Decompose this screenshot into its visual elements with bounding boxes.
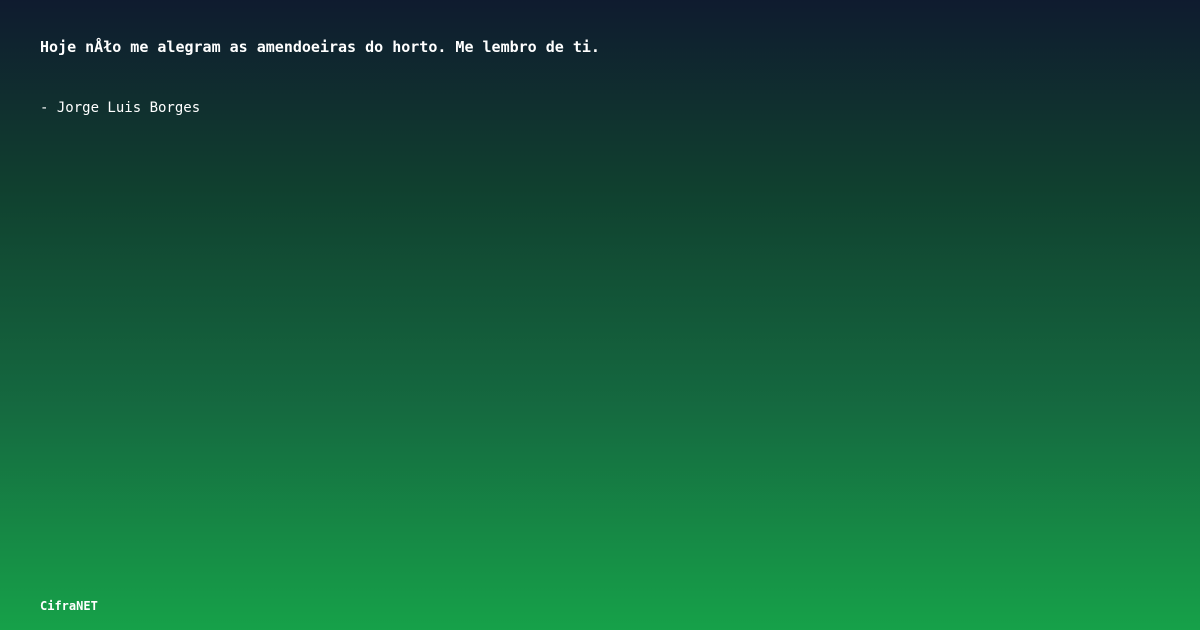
quote-author: - Jorge Luis Borges [40,100,201,116]
quote-text: Hoje nÅło me alegram as amendoeiras do h… [40,38,600,56]
brand-name: CifraNET [40,599,98,613]
quote-card: Hoje nÅło me alegram as amendoeiras do h… [0,0,1200,630]
